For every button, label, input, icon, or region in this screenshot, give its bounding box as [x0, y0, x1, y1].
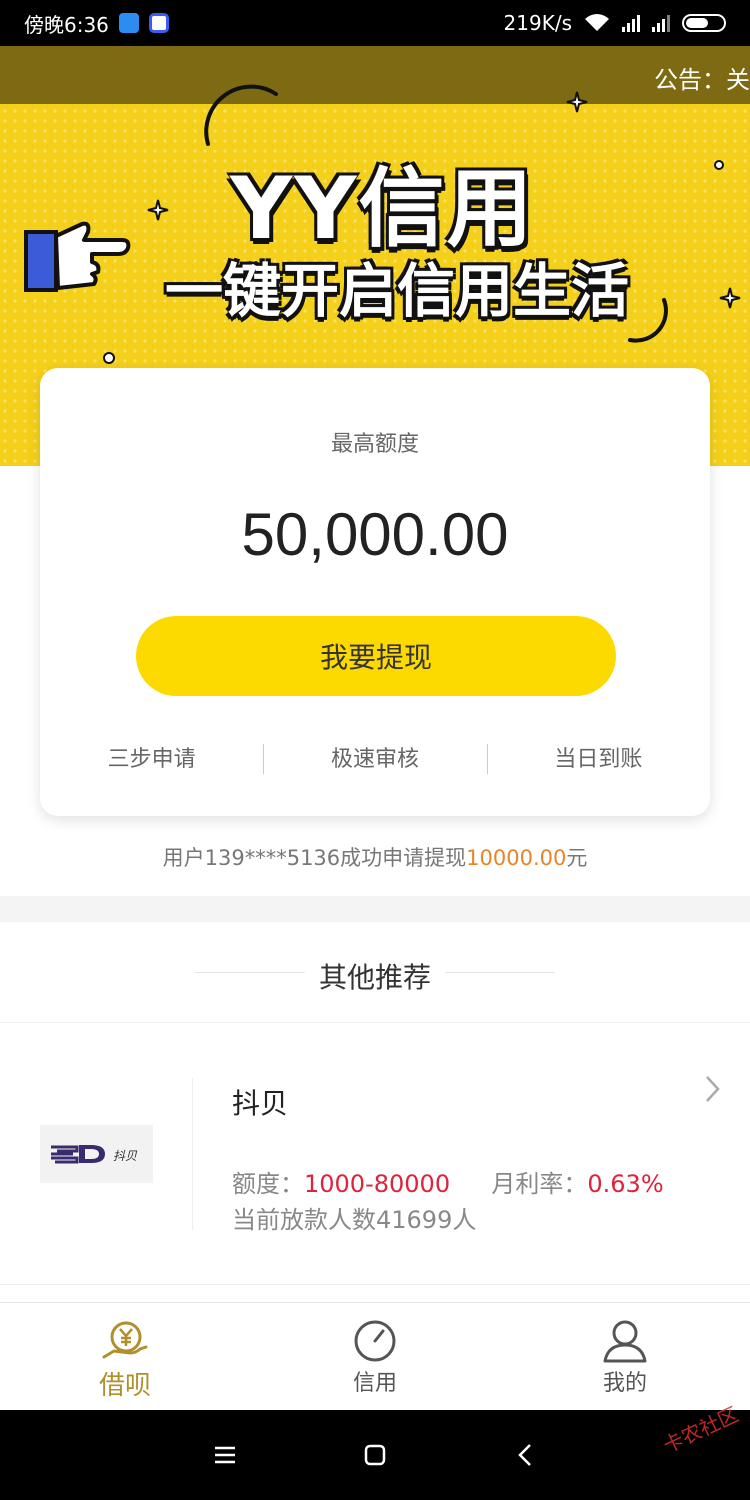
quota-label: 额度：	[232, 1170, 304, 1198]
user-icon	[603, 1320, 647, 1363]
notice-text: 公告：关	[654, 66, 750, 94]
product-terms: 额度：1000-80000 月利率：0.63%	[232, 1164, 664, 1199]
tab-label: 借呗	[98, 1371, 151, 1401]
bottom-tab-bar: 借呗 信用 我的	[0, 1302, 750, 1410]
success-ticker: 用户139****5136成功申请提现10000.00元	[0, 842, 750, 872]
star-icon	[147, 199, 169, 221]
product-logo-text: 抖贝	[113, 1149, 138, 1163]
home-button[interactable]	[345, 1425, 405, 1485]
system-nav-bar	[0, 1410, 750, 1500]
divider	[0, 1022, 750, 1023]
battery-icon	[682, 14, 726, 32]
withdraw-button[interactable]: 我要提现	[136, 616, 616, 696]
ticker-prefix: 用户139****5136成功申请提现	[162, 846, 467, 870]
quota-label: 最高额度	[330, 432, 419, 457]
menu-icon	[215, 1446, 235, 1464]
recommend-section: 其他推荐 抖贝 抖贝 额度：1000-80000 月利率：0.63% 当前放款人…	[0, 922, 750, 1302]
pointing-hand-icon	[24, 221, 131, 292]
shield-icon	[118, 13, 139, 33]
quota-value: 1000-80000	[304, 1170, 451, 1198]
menu-button[interactable]	[195, 1425, 255, 1485]
feature-list: 三步申请 极速审核 当日到账	[40, 740, 710, 780]
product-logo-mark-icon: 抖贝	[50, 1145, 138, 1164]
tab-mine[interactable]: 我的	[500, 1303, 750, 1410]
star-icon	[719, 287, 741, 309]
feature-item: 当日到账	[486, 740, 710, 780]
feature-item: 极速审核	[263, 740, 486, 780]
quota-amount: 50,000.00	[241, 501, 509, 568]
wifi-icon	[585, 14, 609, 31]
gauge-icon	[354, 1320, 396, 1362]
divider	[0, 1284, 750, 1285]
status-time: 傍晚6:36	[24, 12, 109, 37]
signal-icon-2	[652, 14, 670, 32]
rate-value: 0.63%	[587, 1170, 664, 1198]
tab-jiebei[interactable]: 借呗	[0, 1303, 250, 1410]
tab-label: 我的	[602, 1371, 647, 1396]
recommend-title: 其他推荐	[304, 961, 445, 994]
home-square-icon	[364, 1444, 386, 1466]
dot-icon	[103, 352, 115, 364]
chevron-right-icon	[706, 1076, 720, 1102]
loan-product-item[interactable]: 抖贝 抖贝 额度：1000-80000 月利率：0.63% 当前放款人数4169…	[0, 1052, 750, 1234]
quota-card: 最高额度 50,000.00 我要提现 三步申请 极速审核 当日到账	[40, 368, 710, 816]
notice-bar[interactable]: 公告：关	[0, 46, 750, 104]
product-logo: 抖贝	[40, 1125, 153, 1183]
network-speed: 219K/s	[503, 11, 572, 35]
tab-credit[interactable]: 信用	[250, 1303, 500, 1410]
ticker-suffix: 元	[566, 846, 588, 870]
back-icon	[518, 1444, 531, 1466]
banner-slogan: 一键开启信用生活	[165, 257, 630, 325]
star-icon	[566, 91, 588, 113]
back-button[interactable]	[495, 1425, 555, 1485]
recommend-header: 其他推荐	[0, 952, 750, 994]
signal-icon	[622, 14, 640, 32]
feature-item: 三步申请	[107, 747, 196, 772]
tab-label: 信用	[352, 1371, 397, 1396]
status-bar: 傍晚6:36 219K/s	[0, 0, 750, 46]
app-notification-icon	[148, 13, 169, 33]
product-name: 抖贝	[232, 1087, 289, 1120]
dot-icon	[714, 160, 724, 170]
yen-hand-icon	[102, 1321, 148, 1359]
loan-count: 当前放款人数41699人	[232, 1206, 477, 1234]
ticker-amount: 10000.00	[466, 846, 567, 870]
rate-label: 月利率：	[491, 1170, 588, 1198]
divider	[192, 1078, 193, 1230]
